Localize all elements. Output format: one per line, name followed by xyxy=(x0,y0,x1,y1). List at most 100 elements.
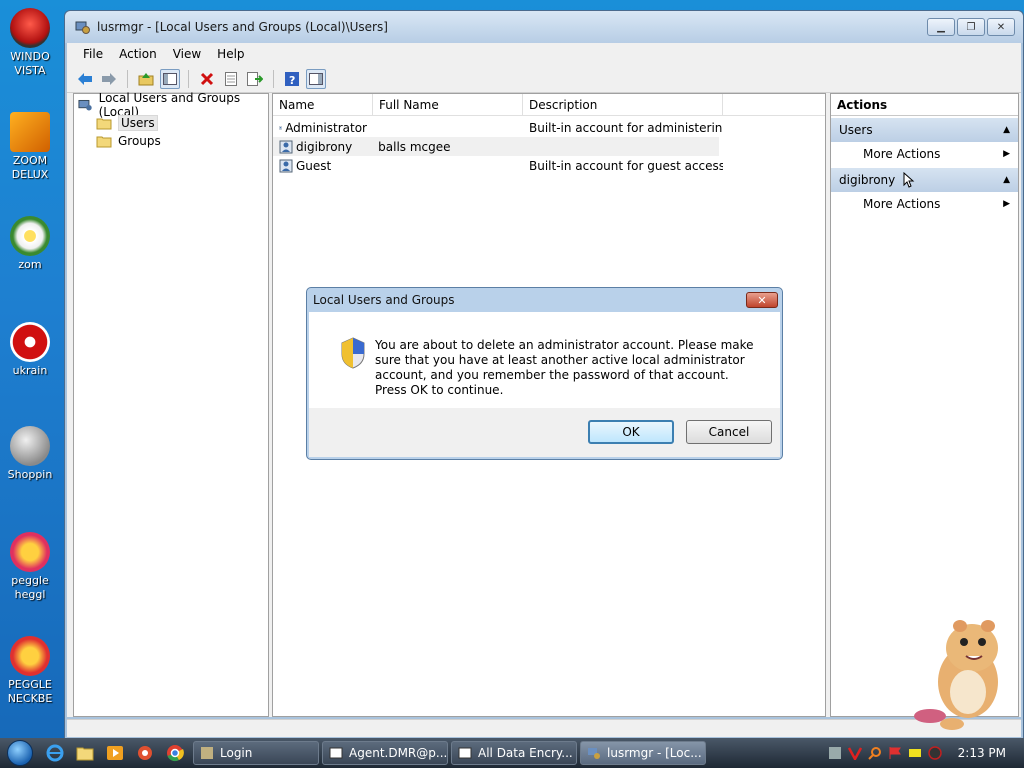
dialog-close-button[interactable]: ✕ xyxy=(746,292,778,308)
back-arrow-icon xyxy=(78,72,92,85)
network-icon[interactable] xyxy=(828,746,842,760)
desktop-icon-label: heggl xyxy=(14,588,46,601)
taskbar: Login Agent.DMR@p... All Data Encry... l… xyxy=(0,738,1024,768)
toolbar-separator xyxy=(188,69,189,88)
internet-explorer-icon xyxy=(46,744,64,762)
menu-file[interactable]: File xyxy=(75,45,111,63)
menu-action[interactable]: Action xyxy=(111,45,165,63)
volume-icon[interactable] xyxy=(927,746,942,760)
vista-game-icon xyxy=(10,8,50,48)
back-button[interactable] xyxy=(75,69,95,89)
table-row[interactable]: digibrony balls mcgee xyxy=(273,137,719,156)
zoom-game-icon xyxy=(10,112,50,152)
desktop-icon-shopping[interactable]: Shoppin xyxy=(0,426,60,482)
user-icon xyxy=(279,159,293,172)
name-cell: digibrony xyxy=(273,140,372,154)
menu-view[interactable]: View xyxy=(165,45,209,63)
desktop-icon-label: Shoppin xyxy=(7,468,53,481)
description-cell: Built-in account for guest access t... xyxy=(529,158,723,173)
delete-button[interactable] xyxy=(197,69,217,89)
more-actions-users[interactable]: More Actions ▶ xyxy=(831,142,1018,166)
forward-button[interactable] xyxy=(99,69,119,89)
window-icon xyxy=(329,747,343,759)
column-header-full-name[interactable]: Full Name xyxy=(373,94,523,115)
antivirus-icon[interactable] xyxy=(847,746,862,760)
hamster-character-image xyxy=(914,620,998,730)
show-hide-tree-button[interactable] xyxy=(160,68,180,89)
tree-item-groups[interactable]: Groups xyxy=(74,132,268,150)
close-window-button[interactable]: ✕ xyxy=(987,18,1015,36)
window-icon xyxy=(458,747,472,759)
peggle-icon xyxy=(10,532,50,572)
quicklaunch-chrome[interactable] xyxy=(160,738,190,768)
search-icon[interactable] xyxy=(867,746,882,760)
table-row[interactable]: Guest Built-in account for guest access … xyxy=(273,156,825,175)
desktop-icon-peggle-nights[interactable]: PEGGLE NECKBE xyxy=(0,636,60,706)
flash-icon xyxy=(10,426,50,466)
system-tray: 2:13 PM xyxy=(820,738,1024,768)
export-list-button[interactable] xyxy=(245,69,265,89)
minimize-button[interactable]: ▁ xyxy=(927,18,955,36)
desktop-icon-label: WINDO xyxy=(10,50,50,63)
folder-icon xyxy=(96,118,112,130)
action-section-label: Users xyxy=(839,123,873,137)
message-icon[interactable] xyxy=(908,746,922,760)
task-label: Agent.DMR@p... xyxy=(349,746,448,760)
show-hide-action-pane-button[interactable] xyxy=(306,68,326,89)
quicklaunch-ie[interactable] xyxy=(40,738,70,768)
quicklaunch-media[interactable] xyxy=(100,738,130,768)
forward-arrow-icon xyxy=(102,72,116,85)
desktop-icon-ukraine[interactable]: ukrain xyxy=(0,322,60,378)
properties-button[interactable] xyxy=(221,69,241,89)
list-header: Name Full Name Description xyxy=(273,94,825,116)
clock[interactable]: 2:13 PM xyxy=(958,746,1006,760)
help-button[interactable]: ? xyxy=(282,69,302,89)
desktop-icon-label: PEGGLE xyxy=(8,678,52,691)
taskbar-item-lusrmgr[interactable]: lusrmgr - [Loc... xyxy=(580,741,706,765)
user-icon xyxy=(279,126,283,129)
taskbar-item-login[interactable]: Login xyxy=(193,741,319,765)
tree-item-root[interactable]: Local Users and Groups (Local) xyxy=(74,91,268,119)
menu-help[interactable]: Help xyxy=(209,45,252,63)
flag-icon[interactable] xyxy=(888,746,902,760)
start-button[interactable] xyxy=(0,738,40,768)
user-icon xyxy=(279,140,293,153)
table-row[interactable]: Administrator Built-in account for admin… xyxy=(273,118,825,137)
quicklaunch-app[interactable] xyxy=(130,738,160,768)
ok-button[interactable]: OK xyxy=(588,420,674,444)
peggle-icon xyxy=(10,636,50,676)
up-level-button[interactable] xyxy=(136,69,156,89)
toolbar-separator xyxy=(127,69,128,88)
taskbar-item-agent[interactable]: Agent.DMR@p... xyxy=(322,741,448,765)
desktop-icon-windows-vista[interactable]: WINDO VISTA xyxy=(0,8,60,78)
action-section-users[interactable]: Users ▲ xyxy=(831,118,1018,142)
name-cell: Administrator xyxy=(273,121,373,135)
flower-icon xyxy=(10,216,50,256)
dialog-message: You are about to delete an administrator… xyxy=(375,338,754,397)
collapse-up-icon[interactable]: ▲ xyxy=(1003,175,1010,185)
task-label: lusrmgr - [Loc... xyxy=(607,746,702,760)
maximize-button[interactable]: ❐ xyxy=(957,18,985,36)
more-actions-digibrony[interactable]: More Actions ▶ xyxy=(831,192,1018,216)
desktop-icon-zombies[interactable]: zom xyxy=(0,216,60,272)
column-header-description[interactable]: Description xyxy=(523,94,723,115)
quicklaunch-explorer[interactable] xyxy=(70,738,100,768)
app-icon xyxy=(138,746,152,760)
desktop-icon-peggle[interactable]: peggle heggl xyxy=(0,532,60,602)
description-cell: Built-in account for administering... xyxy=(529,120,723,135)
mouse-cursor-icon xyxy=(903,172,915,188)
login-icon xyxy=(201,747,213,759)
tree-item-label: Users xyxy=(118,115,158,131)
name-cell: Guest xyxy=(273,159,373,173)
collapse-up-icon[interactable]: ▲ xyxy=(1003,125,1010,135)
console-tree: Local Users and Groups (Local) Users Gro… xyxy=(73,91,269,717)
task-label: Login xyxy=(220,746,253,760)
desktop-icon-zoom-deluxe[interactable]: ZOOM DELUX xyxy=(0,112,60,182)
svg-text:?: ? xyxy=(289,74,295,86)
cancel-button[interactable]: Cancel xyxy=(686,420,772,444)
column-header-name[interactable]: Name xyxy=(273,94,373,115)
action-section-digibrony[interactable]: digibrony ▲ xyxy=(831,168,1018,192)
dialog-titlebar[interactable]: Local Users and Groups ✕ xyxy=(307,288,782,312)
window-titlebar[interactable]: lusrmgr - [Local Users and Groups (Local… xyxy=(65,11,1023,43)
taskbar-item-all-data[interactable]: All Data Encry... xyxy=(451,741,577,765)
